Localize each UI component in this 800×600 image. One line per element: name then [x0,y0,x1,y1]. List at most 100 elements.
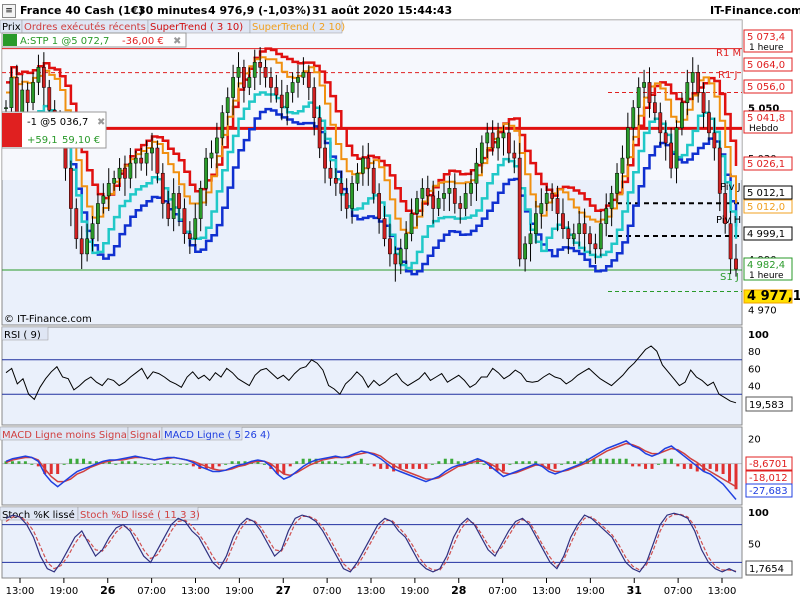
indicator-tab-label[interactable]: Prix [2,22,21,33]
instrument-name[interactable]: France 40 Cash (1€) [20,4,144,17]
macd-histogram-bar [82,458,86,464]
price-tag[interactable]: 5 012,0 [743,199,793,214]
x-axis-tick-label: 19:00 [400,586,429,597]
price-tag[interactable]: 5 073,41 heure [743,29,793,53]
macd-histogram-bar [598,458,602,464]
price-tag-text: 4 982,4 [747,260,785,271]
macd-histogram-bar [172,463,176,465]
candle-body [436,198,441,209]
candle-body [388,238,392,255]
position-tag-label: -1 @5 036,7 [27,117,88,128]
macd-title[interactable]: MACD Ligne moins Signal [2,430,130,441]
x-axis-tick-label: 07:00 [313,586,342,597]
candle-body [90,223,95,240]
brand-label: IT-Finance.com [710,4,800,17]
trading-chart[interactable]: 5 0505 0304 9904 9705 073,41 heure5 064,… [0,0,800,600]
macd-histogram-bar [514,461,518,464]
position-close-icon[interactable]: ✖ [97,117,105,128]
indicator-tab-label[interactable]: Ordres exécutés récents [24,21,146,33]
candle-body [263,67,268,78]
price-info: 4 976,9 (-1,03%) [208,4,311,17]
candle-body [225,97,230,113]
price-tag[interactable]: 5 012,1 [743,185,793,200]
candle-body [209,152,214,159]
candle-body [193,218,198,240]
candle-body [236,67,241,78]
macd-histogram-bar [159,463,163,465]
x-axis-tick-label: 27 [276,584,291,597]
macd-histogram-bar [353,461,357,464]
macd-histogram-bar [166,461,170,464]
macd-histogram-bar [185,463,189,465]
macd-histogram-bar [224,463,228,465]
candle-body [258,62,263,68]
stoch-title-d[interactable]: Stoch %D lissé ( 11 3 3) [80,509,200,521]
candle-body [36,67,41,83]
macd-histogram-bar [527,461,531,464]
candle-body [20,89,25,113]
candle-body [296,77,300,83]
macd-histogram-bar [411,463,415,469]
order-close-icon[interactable]: ✖ [173,36,181,47]
candle-body [544,193,549,204]
price-tag[interactable]: 4 999,1 [743,226,793,241]
timeframe-label[interactable]: 30 minutes [138,4,207,17]
macd-histogram-bar [676,463,680,467]
order-drag-handle-icon[interactable] [3,34,17,46]
macd-histogram-bar [450,458,454,464]
candle-body [79,238,84,255]
candle-body [701,92,706,113]
candle-body [177,193,181,209]
menu-icon[interactable]: ≡ [2,4,16,18]
price-tag-text: 5 056,0 [747,82,785,93]
candle-body [598,223,603,250]
datetime-label: 31 août 2020 15:44:43 [312,4,453,17]
candle-body [4,107,8,109]
candle-body [382,218,387,240]
candle-body [474,162,479,184]
candle-body [279,94,284,108]
price-tag[interactable]: 4 977,1 [743,289,800,304]
macd-histogram-bar [301,458,305,464]
candle-body [415,198,419,214]
price-tag[interactable]: 5 026,1 [743,156,793,171]
price-tag[interactable]: 5 056,0 [743,79,793,94]
price-tag[interactable]: 5 041,8Hebdo [743,110,793,134]
price-tag-sub: 1 heure [749,271,784,281]
price-tag[interactable]: 4 982,41 heure [743,257,793,281]
macd-title[interactable]: MACD Ligne ( 5 26 4) [164,430,270,441]
macd-histogram-bar [49,463,53,474]
candle-body [571,233,576,240]
candle-body [485,132,490,144]
macd-histogram-bar [372,463,376,467]
candle-body [290,82,295,93]
candle-body [14,77,19,113]
rsi-title[interactable]: RSI ( 9) [4,330,41,341]
x-axis-tick-label: 31 [627,584,642,597]
price-tag[interactable]: 5 064,0 [743,57,793,72]
candle-body [555,198,560,214]
macd-histogram-bar [572,461,576,464]
macd-histogram-bar [482,463,486,465]
candle-body [215,137,219,154]
candle-body [247,77,252,88]
x-axis-tick-label: 13:00 [6,586,35,597]
candle-body [425,188,430,197]
indicator-tab-label[interactable]: SuperTrend ( 2 10) [252,22,345,33]
candle-body [728,223,733,260]
rsi-y-tick-label: 40 [748,382,761,393]
chart-header: ≡ France 40 Cash (1€) 30 minutes 4 976,9… [0,0,800,20]
candle-body [696,72,701,93]
position-handle-icon[interactable] [2,113,22,147]
candle-body [561,213,565,229]
macd-title[interactable]: Signal [130,430,161,441]
price-tag-text: 5 012,1 [747,188,785,199]
x-axis-tick-label: 07:00 [488,586,517,597]
candle-body [685,82,690,103]
macd-histogram-bar [69,458,73,464]
macd-histogram-bar [611,458,615,464]
rsi-value-label: 19,583 [749,400,784,411]
candle-body [674,127,679,169]
candle-body [85,238,89,255]
indicator-tab-label[interactable]: SuperTrend ( 3 10) [150,22,243,33]
